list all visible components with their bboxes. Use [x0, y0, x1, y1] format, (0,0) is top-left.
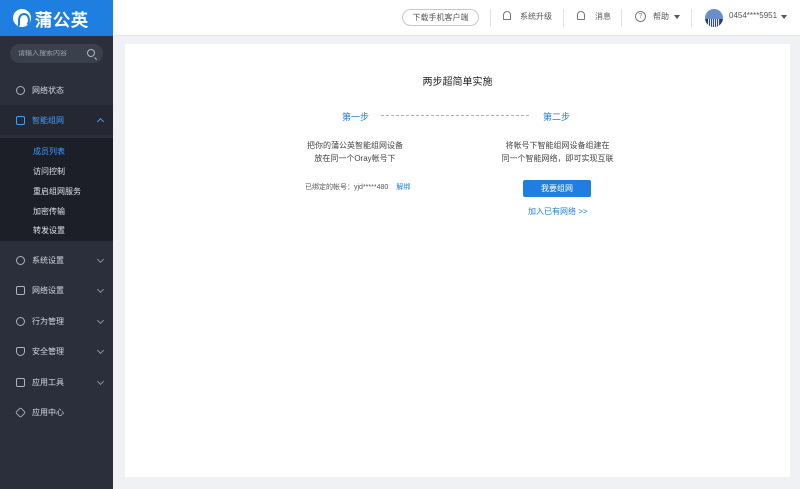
sidebar-item-network-settings[interactable]: 网络设置 [0, 275, 113, 305]
shield-icon [16, 346, 25, 356]
sidebar: 蒲公英 网络状态 智能组网 成员列表 访问控制 重启组网服务 加密传输 转发设置… [0, 0, 113, 489]
dandelion-logo-icon [13, 9, 31, 27]
step-one-line2: 放在同一个Oray帐号下 [314, 154, 396, 163]
brand-name: 蒲公英 [35, 10, 89, 30]
smart-network-icon [16, 115, 25, 125]
divider [490, 9, 491, 27]
submenu-item-encryption[interactable]: 加密传输 [33, 206, 65, 217]
chevron-down-icon [96, 255, 105, 264]
toolbox-icon [16, 377, 25, 387]
step-two-line2: 同一个智能网络，即可实现互联 [501, 154, 614, 163]
main-card: 两步超简单实施 第一步 第二步 把你的蒲公英智能组网设备 放在同一个Oray帐号… [125, 44, 790, 477]
divider [621, 9, 622, 27]
submenu-item-forwarding[interactable]: 转发设置 [33, 225, 65, 236]
submenu-item-access-control[interactable]: 访问控制 [33, 166, 65, 177]
sidebar-item-label: 网络设置 [32, 285, 64, 295]
search-box [10, 44, 103, 63]
sidebar-item-tools[interactable]: 应用工具 [0, 367, 113, 397]
chevron-down-icon [96, 285, 105, 294]
step-two-description: 将帐号下智能组网设备组建在 同一个智能网络，即可实现互联 [490, 139, 625, 165]
messages-link[interactable]: 消息 [595, 11, 611, 22]
sidebar-item-security[interactable]: 安全管理 [0, 336, 113, 366]
bound-account-row: 已绑定的帐号：yjd*****480 解绑 [305, 182, 410, 192]
sidebar-item-label: 应用工具 [32, 377, 64, 387]
submenu-item-restart-service[interactable]: 重启组网服务 [33, 186, 81, 197]
step-one-label: 第一步 [342, 112, 370, 122]
step-two-label: 第二步 [543, 112, 571, 122]
network-status-icon [16, 85, 25, 95]
sidebar-item-network-status[interactable]: 网络状态 [0, 75, 113, 105]
sidebar-item-label: 应用中心 [32, 407, 64, 417]
bell-icon[interactable] [503, 11, 511, 20]
avatar[interactable] [705, 9, 723, 27]
account-name[interactable]: 0454****5951 [729, 11, 777, 20]
system-upgrade-link[interactable]: 系统升级 [520, 11, 552, 22]
caret-down-icon[interactable] [781, 15, 787, 19]
submenu-item-members[interactable]: 成员列表 [33, 146, 65, 157]
help-menu[interactable]: 帮助 [653, 11, 669, 22]
create-network-button[interactable]: 我要组网 [523, 180, 591, 197]
caret-down-icon[interactable] [674, 15, 680, 19]
step-two-line1: 将帐号下智能组网设备组建在 [505, 141, 610, 150]
sidebar-item-label: 网络状态 [32, 85, 64, 95]
sidebar-item-app-center[interactable]: 应用中心 [0, 397, 113, 427]
sidebar-item-system-settings[interactable]: 系统设置 [0, 245, 113, 275]
top-header: 下载手机客户端 系统升级 消息 ? 帮助 0454****5951 [113, 0, 800, 36]
unbind-link[interactable]: 解绑 [396, 184, 410, 191]
step-connector-line [381, 115, 529, 116]
sidebar-item-label: 安全管理 [32, 346, 64, 356]
sidebar-item-label: 系统设置 [32, 255, 64, 265]
sidebar-item-behavior[interactable]: 行为管理 [0, 306, 113, 336]
cube-icon [15, 406, 26, 418]
divider [691, 9, 692, 27]
behavior-icon [16, 316, 25, 326]
chevron-down-icon [96, 346, 105, 355]
sidebar-item-label: 行为管理 [32, 316, 64, 326]
chevron-down-icon [96, 316, 105, 325]
network-settings-icon [16, 285, 25, 295]
step-one-description: 把你的蒲公英智能组网设备 放在同一个Oray帐号下 [295, 139, 415, 165]
notification-icon[interactable] [577, 11, 585, 20]
brand-logo[interactable]: 蒲公英 [0, 0, 113, 36]
download-client-button[interactable]: 下载手机客户端 [402, 9, 479, 26]
step-one-line1: 把你的蒲公英智能组网设备 [307, 141, 403, 150]
gear-icon [16, 255, 25, 265]
join-existing-network-link[interactable]: 加入已有网络 >> [528, 206, 588, 217]
sidebar-item-smart-network[interactable]: 智能组网 [0, 105, 113, 135]
sidebar-item-label: 智能组网 [32, 115, 64, 125]
page-title: 两步超简单实施 [422, 77, 493, 88]
divider [563, 9, 564, 27]
chevron-down-icon [96, 377, 105, 386]
search-input[interactable] [18, 50, 82, 57]
submenu-smart-network: 成员列表 访问控制 重启组网服务 加密传输 转发设置 [0, 138, 113, 241]
help-icon[interactable]: ? [635, 11, 646, 22]
search-icon[interactable] [87, 49, 95, 57]
chevron-up-icon [96, 117, 105, 126]
bound-account-text: 已绑定的帐号：yjd*****480 [305, 184, 389, 191]
